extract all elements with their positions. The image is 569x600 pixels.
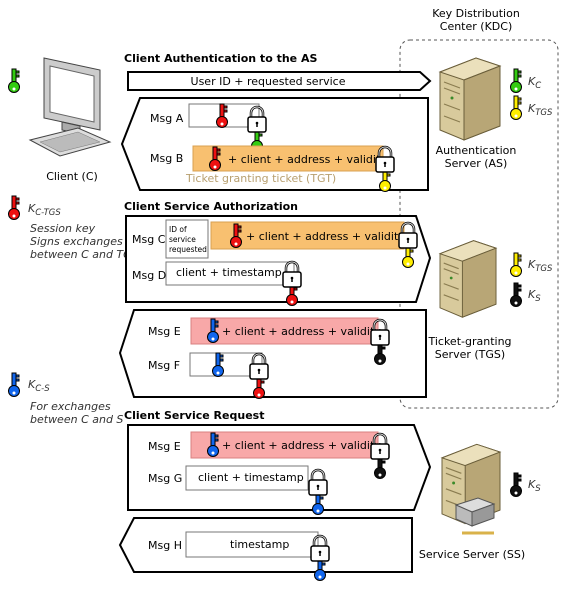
msg-h-label: Msg H bbox=[148, 539, 182, 552]
ss-ks-label: KS bbox=[528, 478, 541, 494]
msg-d-label: Msg D bbox=[132, 269, 166, 282]
as-kc-label: KC bbox=[528, 75, 541, 91]
kctgs-desc-2: Signs exchanges bbox=[30, 235, 123, 248]
tgs-label-1: Ticket-granting bbox=[427, 335, 511, 348]
client-computer-icon bbox=[28, 57, 112, 157]
msg-h-text: timestamp bbox=[230, 538, 289, 551]
kctgs-desc-3: between C and TGS bbox=[30, 248, 139, 261]
session-key-tgs-icon bbox=[8, 195, 20, 220]
kdc-label-2: Center (KDC) bbox=[440, 20, 512, 33]
ss-ks-key-icon bbox=[510, 472, 522, 497]
msg-e2-label: Msg E bbox=[148, 440, 181, 453]
kdc-label-1: Key Distribution bbox=[432, 7, 520, 20]
msg-a-label: Msg A bbox=[150, 112, 184, 125]
msg-e-label: Msg E bbox=[148, 325, 181, 338]
client-label: Client (C) bbox=[46, 170, 98, 183]
tgs-ktgs-key-icon bbox=[510, 252, 522, 277]
service-id-line-1: ID of bbox=[169, 225, 187, 234]
as-kc-key-icon bbox=[510, 68, 522, 93]
ss-label: Service Server (SS) bbox=[419, 548, 525, 561]
kctgs-label: KC-TGS bbox=[28, 202, 61, 218]
service-id-line-2: service bbox=[169, 235, 196, 244]
msg-d-text: client + timestamp bbox=[176, 266, 282, 279]
request-text: User ID + requested service bbox=[191, 75, 346, 88]
client-key-icon bbox=[8, 68, 20, 93]
as-ktgs-label: KTGS bbox=[528, 102, 553, 118]
tgs-ktgs-label: KTGS bbox=[528, 258, 553, 274]
service-id-line-3: requested bbox=[169, 245, 207, 254]
msg-c-text: + client + address + validity bbox=[246, 230, 405, 243]
msg-c-label: Msg C bbox=[132, 233, 166, 246]
kctgs-desc-1: Session key bbox=[30, 222, 96, 235]
section-auth-title: Client Authentication to the AS bbox=[124, 52, 317, 65]
as-label-2: Server (AS) bbox=[445, 157, 508, 170]
msg-e2-text: + client + address + validity bbox=[222, 439, 381, 452]
tgs-server-icon bbox=[439, 240, 497, 318]
tgs-ks-key-icon bbox=[510, 282, 522, 307]
msg-b-label: Msg B bbox=[150, 152, 183, 165]
section-authz-title: Client Service Authorization bbox=[124, 200, 298, 213]
msg-f-label: Msg F bbox=[148, 359, 180, 372]
msg-b-text: + client + address + validity bbox=[228, 153, 387, 166]
printer-icon bbox=[454, 497, 496, 535]
kcs-desc-2: between C and S bbox=[30, 413, 123, 426]
msg-g-text: client + timestamp bbox=[198, 471, 304, 484]
kcs-desc-1: For exchanges bbox=[30, 400, 111, 413]
tgs-label-2: Server (TGS) bbox=[435, 348, 505, 361]
as-server-icon bbox=[439, 57, 501, 141]
kcs-label: KC-S bbox=[28, 378, 50, 394]
tgs-ks-label: KS bbox=[528, 288, 541, 304]
kerberos-diagram: Key Distribution Center (KDC) Client (C)… bbox=[8, 7, 559, 581]
tgt-label: Ticket granting ticket (TGT) bbox=[185, 172, 336, 185]
as-ktgs-key-icon bbox=[510, 95, 522, 120]
msg-e-text: + client + address + validity bbox=[222, 325, 381, 338]
as-label-1: Authentication bbox=[436, 144, 517, 157]
section-request-title: Client Service Request bbox=[124, 409, 264, 422]
session-key-s-icon bbox=[8, 372, 20, 397]
msg-g-label: Msg G bbox=[148, 472, 182, 485]
